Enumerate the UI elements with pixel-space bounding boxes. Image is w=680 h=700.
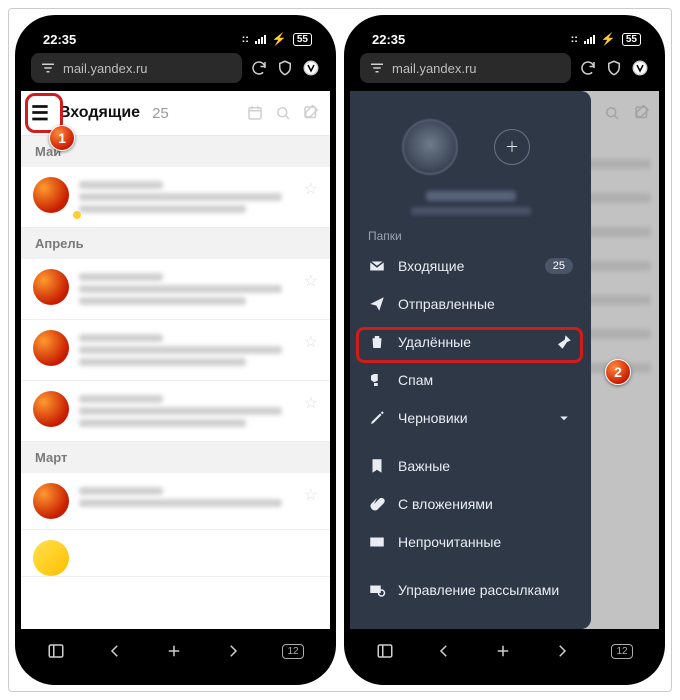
panels-icon[interactable]	[47, 642, 65, 660]
star-icon[interactable]: ☆	[304, 179, 318, 199]
drawer-section-label: Папки	[350, 229, 591, 247]
status-bar: 22:35 :: ⚡ 55	[21, 27, 330, 51]
tab-count[interactable]: 12	[282, 644, 303, 659]
tab-count[interactable]: 12	[611, 644, 632, 659]
sender-avatar	[33, 177, 69, 213]
folder-drafts[interactable]: Черновики	[350, 399, 591, 437]
status-indicators: :: ⚡ 55	[242, 32, 312, 46]
sender-avatar	[33, 483, 69, 519]
inbox-icon	[368, 257, 386, 275]
calendar-icon[interactable]	[246, 104, 264, 122]
vivaldi-icon[interactable]	[631, 59, 649, 77]
mail-item[interactable]: ☆	[21, 320, 330, 381]
mail-item[interactable]: ☆	[21, 167, 330, 228]
status-indicators: :: ⚡ 55	[571, 32, 641, 46]
sent-icon	[368, 295, 386, 313]
sender-avatar	[33, 391, 69, 427]
nav-drawer: ＋ Папки Входящие 25 Отправленные Удалённ…	[350, 91, 591, 629]
battery-indicator: 55	[293, 33, 312, 46]
folder-sent[interactable]: Отправленные	[350, 285, 591, 323]
add-account-button[interactable]: ＋	[494, 129, 530, 165]
shield-icon[interactable]	[605, 59, 623, 77]
section-header: Март	[21, 442, 330, 473]
mail-item[interactable]: ☆	[21, 259, 330, 320]
url-text: mail.yandex.ru	[63, 61, 148, 76]
vivaldi-icon[interactable]	[302, 59, 320, 77]
browser-bottom-bar: 12	[350, 629, 659, 673]
filter-attachments[interactable]: С вложениями	[350, 485, 591, 523]
star-icon[interactable]: ☆	[304, 485, 318, 505]
sender-avatar	[33, 540, 69, 576]
search-icon[interactable]	[274, 104, 292, 122]
new-tab-icon[interactable]	[165, 642, 183, 660]
panels-icon[interactable]	[376, 642, 394, 660]
profile-name-blur	[426, 191, 516, 201]
unread-icon	[368, 533, 386, 551]
unread-dot	[73, 211, 81, 219]
mail-drawer-view: ＋ Папки Входящие 25 Отправленные Удалённ…	[350, 91, 659, 629]
star-icon[interactable]: ☆	[304, 332, 318, 352]
folder-title: Входящие	[59, 104, 140, 122]
profile-email-blur	[411, 207, 531, 215]
browser-bottom-bar: 12	[21, 629, 330, 673]
browser-url-bar: mail.yandex.ru	[21, 51, 330, 91]
shield-icon[interactable]	[276, 59, 294, 77]
site-settings-icon	[368, 59, 386, 77]
callout-badge-1: 1	[49, 125, 75, 151]
new-tab-icon[interactable]	[494, 642, 512, 660]
drafts-icon	[368, 409, 386, 427]
mail-item[interactable]: ☆	[21, 473, 330, 530]
status-time: 22:35	[43, 32, 76, 47]
browser-url-bar: mail.yandex.ru	[350, 51, 659, 91]
profile-avatar[interactable]	[402, 119, 458, 175]
site-settings-icon	[39, 59, 57, 77]
folder-count: 25	[152, 105, 169, 122]
reload-icon[interactable]	[579, 59, 597, 77]
highlight-trash	[356, 327, 583, 363]
star-icon[interactable]: ☆	[304, 271, 318, 291]
back-icon[interactable]	[435, 642, 453, 660]
phone-right: 22:35 :: ⚡ 55 mail.yandex.ru	[344, 15, 665, 685]
sender-avatar	[33, 330, 69, 366]
inbox-badge: 25	[545, 258, 573, 274]
mail-item[interactable]	[21, 530, 330, 577]
mail-inbox-view: ☰ Входящие 25 1 Май	[21, 91, 330, 629]
url-text: mail.yandex.ru	[392, 61, 477, 76]
forward-icon[interactable]	[553, 642, 571, 660]
phone-left: 22:35 :: ⚡ 55 mail.yandex.ru	[15, 15, 336, 685]
profile-row: ＋	[350, 105, 591, 189]
bookmark-icon	[368, 457, 386, 475]
manage-icon	[368, 581, 386, 599]
manage-subscriptions[interactable]: Управление рассылками	[350, 571, 591, 609]
section-header: Апрель	[21, 228, 330, 259]
url-field[interactable]: mail.yandex.ru	[31, 53, 242, 83]
forward-icon[interactable]	[224, 642, 242, 660]
folder-inbox[interactable]: Входящие 25	[350, 247, 591, 285]
star-icon[interactable]: ☆	[304, 393, 318, 413]
spam-icon	[368, 371, 386, 389]
chevron-down-icon	[555, 409, 573, 427]
paperclip-icon	[368, 495, 386, 513]
filter-unread[interactable]: Непрочитанные	[350, 523, 591, 561]
compose-icon[interactable]	[302, 104, 320, 122]
mail-item[interactable]: ☆	[21, 381, 330, 442]
battery-indicator: 55	[622, 33, 641, 46]
status-bar: 22:35 :: ⚡ 55	[350, 27, 659, 51]
folder-spam[interactable]: Спам	[350, 361, 591, 399]
status-time: 22:35	[372, 32, 405, 47]
sender-avatar	[33, 269, 69, 305]
filter-important[interactable]: Важные	[350, 447, 591, 485]
url-field[interactable]: mail.yandex.ru	[360, 53, 571, 83]
reload-icon[interactable]	[250, 59, 268, 77]
back-icon[interactable]	[106, 642, 124, 660]
callout-badge-2: 2	[605, 359, 631, 385]
